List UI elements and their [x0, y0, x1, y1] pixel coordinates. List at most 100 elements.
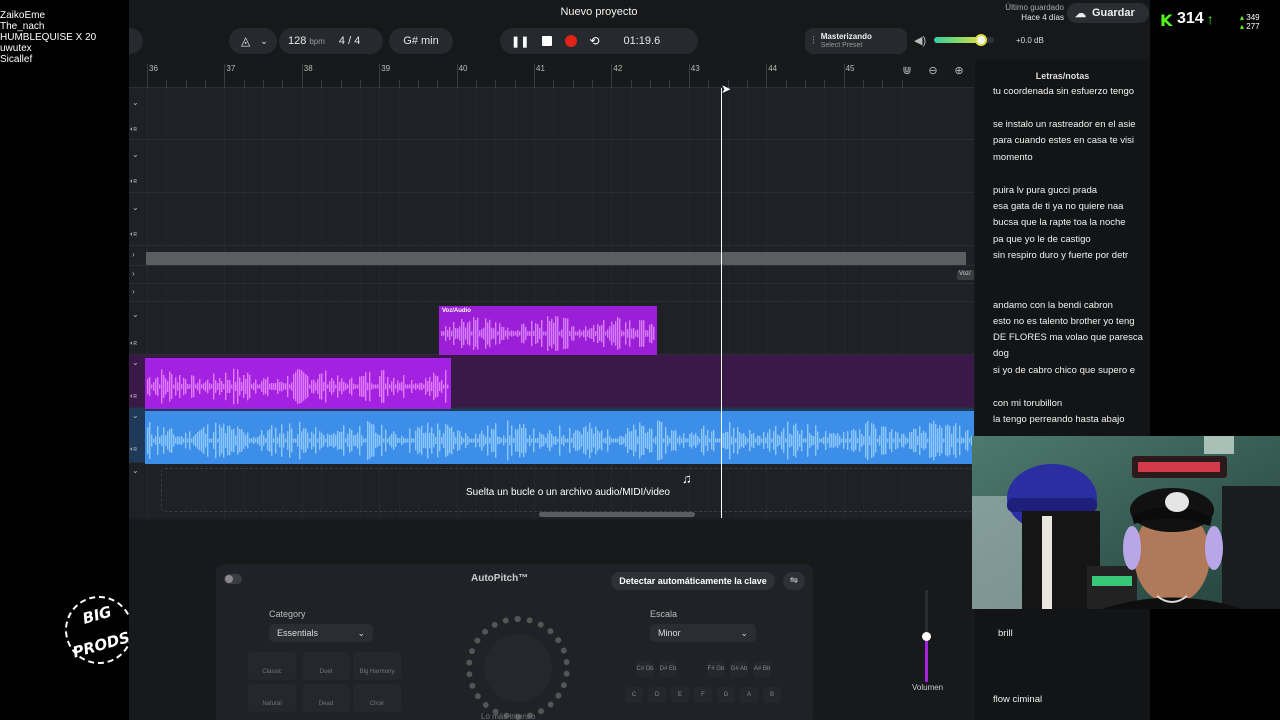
key-d[interactable]: D	[648, 687, 666, 703]
folder-track[interactable]: ›	[129, 284, 974, 302]
detect-key-button[interactable]: Detectar automáticamente la clave	[611, 572, 775, 590]
clip-label-right[interactable]: Voz/	[957, 270, 974, 280]
chevron-down-icon[interactable]: ⌄	[132, 98, 139, 107]
mode-natural[interactable]: Natural	[248, 684, 296, 712]
folder-track[interactable]: ›	[129, 246, 974, 266]
knob-icon[interactable]: ◖ʀ	[129, 126, 137, 133]
audio-clip[interactable]	[145, 358, 451, 409]
metronome-menu[interactable]: ◬ ⌄	[229, 28, 277, 54]
lyric-line[interactable]: tu coordenada sin esfuerzo tengo	[993, 86, 1134, 97]
lyric-line[interactable]: para cuando estes en casa te visi	[993, 135, 1134, 146]
drop-zone[interactable]: ♫ Suelta un bucle o un archivo audio/MID…	[161, 468, 973, 512]
volume-fader[interactable]	[922, 590, 931, 682]
speaker-icon[interactable]: ◀)	[914, 34, 926, 47]
lyric-line[interactable]: DE FLORES ma volao que paresca	[993, 332, 1143, 343]
timeline-ruler[interactable]: 36 37 38 39 40 41 42 43 44 45	[129, 60, 974, 88]
master-volume-knob[interactable]	[974, 34, 987, 46]
lyric-line[interactable]: sin respiro duro y fuerte por detr	[993, 250, 1128, 261]
chevron-down-icon[interactable]: ⌄	[132, 150, 139, 159]
lyric-line[interactable]: esto no es talento brother yo teng	[993, 316, 1135, 327]
audio-clip[interactable]	[145, 411, 974, 464]
pause-icon[interactable]: ❚❚	[511, 35, 529, 48]
mode-classic[interactable]: Classic	[248, 652, 296, 680]
clip-waveform	[145, 411, 974, 464]
tempo-signature-control[interactable]: 128 bpm 4 / 4	[279, 28, 383, 54]
mode-duet[interactable]: Duet	[302, 652, 350, 680]
mastering-button[interactable]: ⫶ Masterizando Select Preset	[805, 28, 907, 54]
chat-user: HUMBLEQUISE X 20	[0, 32, 97, 43]
settings-sliders-icon[interactable]: ⇋	[783, 572, 805, 590]
transport-bar: ❚❚ ⟲ 01:19.6	[500, 28, 698, 54]
chevron-down-icon[interactable]: ⌄	[132, 466, 139, 475]
horizontal-scrollbar[interactable]	[539, 512, 695, 517]
track-row[interactable]: ⌄ ◖ʀ	[129, 193, 974, 246]
magnet-icon[interactable]: ⋓	[899, 64, 915, 77]
scale-select[interactable]: Minor ⌄	[650, 624, 756, 642]
lyric-line[interactable]: se instalo un rastreador en el asie	[993, 119, 1136, 130]
lyric-line[interactable]: dog	[993, 348, 1009, 359]
key-button[interactable]: G# min	[389, 28, 453, 54]
chevron-right-icon[interactable]: ›	[132, 250, 135, 259]
track-row[interactable]: ⌄ ◖ʀ	[129, 140, 974, 193]
knob-icon[interactable]: ◖ʀ	[129, 393, 137, 400]
playhead[interactable]	[721, 88, 722, 518]
loop-icon[interactable]: ⟲	[589, 34, 599, 48]
chevron-down-icon[interactable]: ⌄	[132, 358, 139, 367]
key-a-sharp[interactable]: A# Bb	[753, 661, 771, 677]
chevron-down-icon[interactable]: ⌄	[132, 411, 139, 420]
knob-icon[interactable]: ◖ʀ	[129, 178, 137, 185]
key-g-sharp[interactable]: G# Ab	[730, 661, 748, 677]
chevron-down-icon[interactable]: ⌄	[132, 310, 139, 319]
lyric-line[interactable]: bucsa que la rapte toa la noche	[993, 217, 1126, 228]
key-c[interactable]: C	[625, 687, 643, 703]
mouse-cursor-icon: ➤	[721, 82, 732, 96]
lyric-line[interactable]: con mi torubillon	[993, 398, 1062, 409]
audio-clip[interactable]: Voz/Audio	[439, 306, 657, 355]
chevron-right-icon[interactable]: ›	[132, 269, 135, 278]
knob-icon[interactable]: ◖ʀ	[129, 340, 137, 347]
master-volume-slider[interactable]	[934, 34, 994, 46]
knob-icon[interactable]: ◖ʀ	[129, 231, 137, 238]
lyric-line[interactable]: la tengo perreando hasta abajo	[993, 414, 1125, 425]
lyric-line[interactable]: esa gata de ti ya no quiere naa	[993, 201, 1123, 212]
mode-big-harmony[interactable]: Big Harmony	[353, 652, 401, 680]
knob-icon[interactable]: ◖ʀ	[129, 446, 137, 453]
intensity-knob[interactable]	[466, 616, 570, 720]
save-button[interactable]: ☁ Guardar	[1067, 3, 1149, 23]
lyric-line[interactable]: momento	[993, 152, 1033, 163]
sidebar-toggle[interactable]	[129, 28, 143, 54]
zoom-out-icon[interactable]: ⊖	[925, 64, 941, 77]
ruler-tick	[224, 64, 226, 88]
lyric-line[interactable]: andamo con la bendi cabron	[993, 300, 1113, 311]
autopitch-toggle[interactable]	[224, 574, 242, 584]
lyric-line[interactable]: pa que yo le de castigo	[993, 234, 1091, 245]
key-b[interactable]: B	[763, 687, 781, 703]
lyrics-panel[interactable]: Letras/notas tu coordenada sin esfuerzo …	[975, 60, 1150, 720]
chat-user: Sicallef	[0, 54, 33, 65]
folder-track[interactable]: › Voz/	[129, 266, 974, 284]
category-select[interactable]: Essentials ⌄	[269, 624, 373, 642]
record-icon[interactable]	[565, 35, 578, 47]
folder-clip[interactable]	[146, 252, 966, 265]
zoom-in-icon[interactable]: ⊕	[951, 64, 967, 77]
mode-dead[interactable]: Dead	[302, 684, 350, 712]
toggle-knob	[225, 575, 233, 583]
chevron-right-icon[interactable]: ›	[132, 287, 135, 296]
key-f[interactable]: F	[694, 687, 712, 703]
key-e[interactable]: E	[671, 687, 689, 703]
key-d-sharp[interactable]: D# Eb	[659, 661, 677, 677]
key-f-sharp[interactable]: F# Gb	[707, 661, 725, 677]
volume-fader-knob[interactable]	[922, 632, 931, 641]
ruler-tick	[243, 80, 245, 88]
stop-icon[interactable]	[542, 36, 553, 46]
mode-choir[interactable]: Choir	[353, 684, 401, 712]
key-a[interactable]: A	[740, 687, 758, 703]
track-area[interactable]: ⌄ ◖ʀ ⌄ ◖ʀ ⌄ ◖ʀ › › Voz/ › ⌄ ◖ʀ ⌄ ◖ʀ ⌄ ◖ʀ…	[129, 88, 974, 518]
key-g[interactable]: G	[717, 687, 735, 703]
key-c-sharp[interactable]: C# Db	[636, 661, 654, 677]
lyric-line[interactable]: puira lv pura gucci prada	[993, 185, 1097, 196]
ruler-tick	[553, 80, 555, 88]
lyric-line[interactable]: si yo de cabro chico que supero e	[993, 365, 1135, 376]
track-row[interactable]: ⌄ ◖ʀ	[129, 88, 974, 140]
chevron-down-icon[interactable]: ⌄	[132, 203, 139, 212]
